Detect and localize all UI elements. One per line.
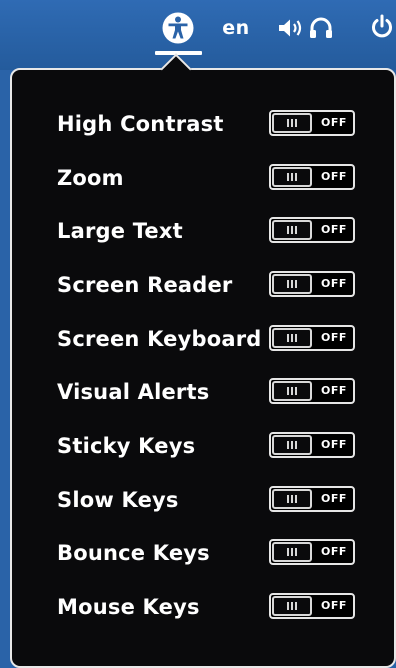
menu-item-label: Visual Alerts [57,380,210,404]
accessibility-menu-button[interactable] [156,8,200,48]
toggle-knob[interactable] [272,542,312,562]
menu-item-slow-keys[interactable]: Slow Keys OFF [12,480,392,520]
high-contrast-toggle[interactable]: OFF [269,110,355,136]
menu-item-label: Large Text [57,219,183,243]
menu-item-zoom[interactable]: Zoom OFF [12,158,392,198]
active-indicator [155,51,202,55]
menu-item-label: Zoom [57,166,124,190]
sticky-keys-toggle[interactable]: OFF [269,432,355,458]
toggle-knob[interactable] [272,328,312,348]
screen-reader-toggle[interactable]: OFF [269,271,355,297]
toggle-state-label: OFF [321,599,347,612]
mouse-keys-toggle[interactable]: OFF [269,593,355,619]
top-bar: en [0,0,396,70]
volume-icon [279,19,302,37]
toggle-state-label: OFF [321,545,347,558]
menu-item-label: Bounce Keys [57,541,210,565]
toggle-state-label: OFF [321,384,347,397]
bounce-keys-toggle[interactable]: OFF [269,539,355,565]
toggle-state-label: OFF [321,331,347,344]
toggle-state-label: OFF [321,277,347,290]
toggle-state-label: OFF [321,170,347,183]
menu-item-label: Screen Reader [57,273,233,297]
toggle-knob[interactable] [272,435,312,455]
menu-item-screen-keyboard[interactable]: Screen Keyboard OFF [12,319,392,359]
menu-item-label: High Contrast [57,112,224,136]
visual-alerts-toggle[interactable]: OFF [269,378,355,404]
power-menu-button[interactable] [368,12,396,42]
large-text-toggle[interactable]: OFF [269,217,355,243]
accessibility-icon [162,12,194,44]
menu-item-label: Slow Keys [57,488,179,512]
toggle-state-label: OFF [321,492,347,505]
toggle-knob[interactable] [272,167,312,187]
power-icon [372,14,392,38]
toggle-knob[interactable] [272,113,312,133]
toggle-knob[interactable] [272,596,312,616]
screen-keyboard-toggle[interactable]: OFF [269,325,355,351]
menu-item-label: Sticky Keys [57,434,196,458]
toggle-state-label: OFF [321,223,347,236]
toggle-state-label: OFF [321,438,347,451]
toggle-knob[interactable] [272,220,312,240]
menu-item-label: Mouse Keys [57,595,200,619]
menu-item-screen-reader[interactable]: Screen Reader OFF [12,265,392,305]
toggle-knob[interactable] [272,274,312,294]
toggle-knob[interactable] [272,381,312,401]
menu-item-sticky-keys[interactable]: Sticky Keys OFF [12,426,392,466]
accessibility-menu: High Contrast OFF Zoom OFF Large Text OF… [10,68,396,668]
menu-item-high-contrast[interactable]: High Contrast OFF [12,104,392,144]
language-indicator[interactable]: en [216,14,256,42]
menu-item-mouse-keys[interactable]: Mouse Keys OFF [12,587,392,627]
headphones-button[interactable] [306,14,336,42]
zoom-toggle[interactable]: OFF [269,164,355,190]
headphones-icon [310,17,332,38]
slow-keys-toggle[interactable]: OFF [269,486,355,512]
menu-item-label: Screen Keyboard [57,327,262,351]
volume-button[interactable] [276,14,308,42]
menu-item-visual-alerts[interactable]: Visual Alerts OFF [12,372,392,412]
toggle-state-label: OFF [321,116,347,129]
menu-item-bounce-keys[interactable]: Bounce Keys OFF [12,533,392,573]
toggle-knob[interactable] [272,489,312,509]
menu-item-large-text[interactable]: Large Text OFF [12,211,392,251]
